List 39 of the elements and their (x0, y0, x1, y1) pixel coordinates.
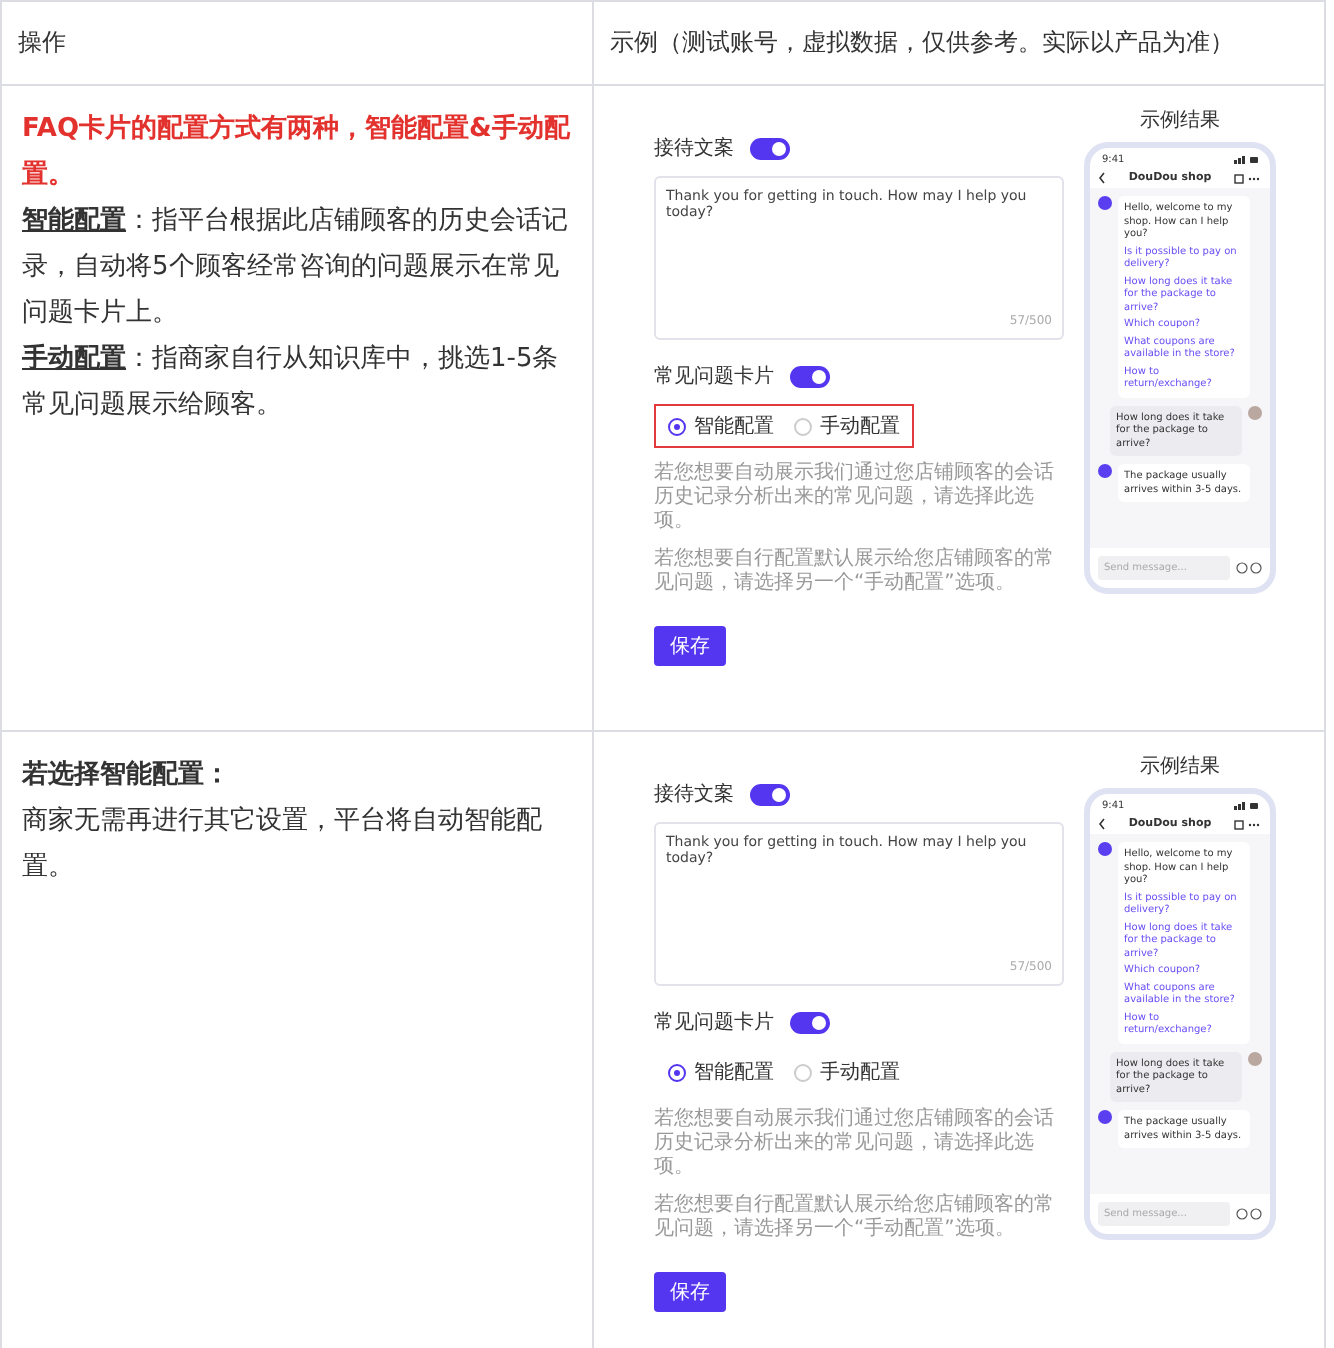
radio-option[interactable]: 手动配置 (794, 1058, 900, 1086)
hint-text: 若您想要自动展示我们通过您店铺顾客的会话历史记录分析出来的常见问题，请选择此选项。 (654, 1108, 1056, 1180)
hint-text: 若您想要自行配置默认展示给您店铺顾客的常见问题，请选择另一个“手动配置”选项。 (654, 1194, 1056, 1242)
back-icon[interactable] (1098, 172, 1106, 184)
warning-text: FAQ卡片的配置方式有两种，智能配置&手动配置。 (22, 111, 572, 194)
field-label: 接待文案 (654, 781, 734, 808)
avatar-icon (1248, 405, 1262, 419)
save-button[interactable]: 保存 (654, 626, 726, 666)
column-header: 示例（测试账号，虚拟数据，仅供参考。实际以产品为准） (610, 26, 1234, 60)
radio-option[interactable]: 手动配置 (794, 412, 900, 440)
field-label: 常见问题卡片 (654, 363, 774, 390)
field-label: 接待文案 (654, 135, 734, 162)
hint-text: 若您想要自动展示我们通过您店铺顾客的会话历史记录分析出来的常见问题，请选择此选项。 (654, 462, 1056, 534)
column-header: 操作 (18, 26, 66, 60)
hint-text: 若您想要自行配置默认展示给您店铺顾客的常见问题，请选择另一个“手动配置”选项。 (654, 548, 1056, 596)
description-text: 商家无需再进行其它设置，平台将自动智能配置。 (22, 804, 544, 886)
avatar-icon (1248, 1051, 1262, 1065)
toolbar-icons[interactable] (1234, 819, 1262, 829)
toolbar-icons[interactable] (1234, 173, 1262, 183)
preview-title: 示例结果 (1140, 753, 1220, 780)
avatar-icon (1098, 464, 1112, 478)
radio-option[interactable]: 智能配置 (668, 412, 774, 440)
definition-text: 手动配置：指商家自行从知识库中，挑选1-5条常见问题展示给顾客。 (22, 341, 561, 424)
avatar-icon (1098, 842, 1112, 856)
definition-text: 智能配置：指平台根据此店铺顾客的历史会话记录，自动将5个顾客经常咨询的问题展示在常见问题卡片上。 (22, 204, 570, 332)
signal-icon (1234, 156, 1258, 164)
radio-option[interactable]: 智能配置 (668, 1058, 774, 1086)
toggle-switch[interactable] (750, 137, 790, 159)
section-heading: 若选择智能配置： (22, 758, 232, 794)
toggle-switch[interactable] (790, 1011, 830, 1033)
toggle-switch[interactable] (790, 365, 830, 387)
field-label: 常见问题卡片 (654, 1009, 774, 1036)
toggle-switch[interactable] (750, 783, 790, 805)
preview-title: 示例结果 (1140, 107, 1220, 134)
save-button[interactable]: 保存 (654, 1272, 726, 1312)
back-icon[interactable] (1098, 818, 1106, 830)
avatar-icon (1098, 196, 1112, 210)
signal-icon (1234, 802, 1258, 810)
avatar-icon (1098, 1110, 1112, 1124)
